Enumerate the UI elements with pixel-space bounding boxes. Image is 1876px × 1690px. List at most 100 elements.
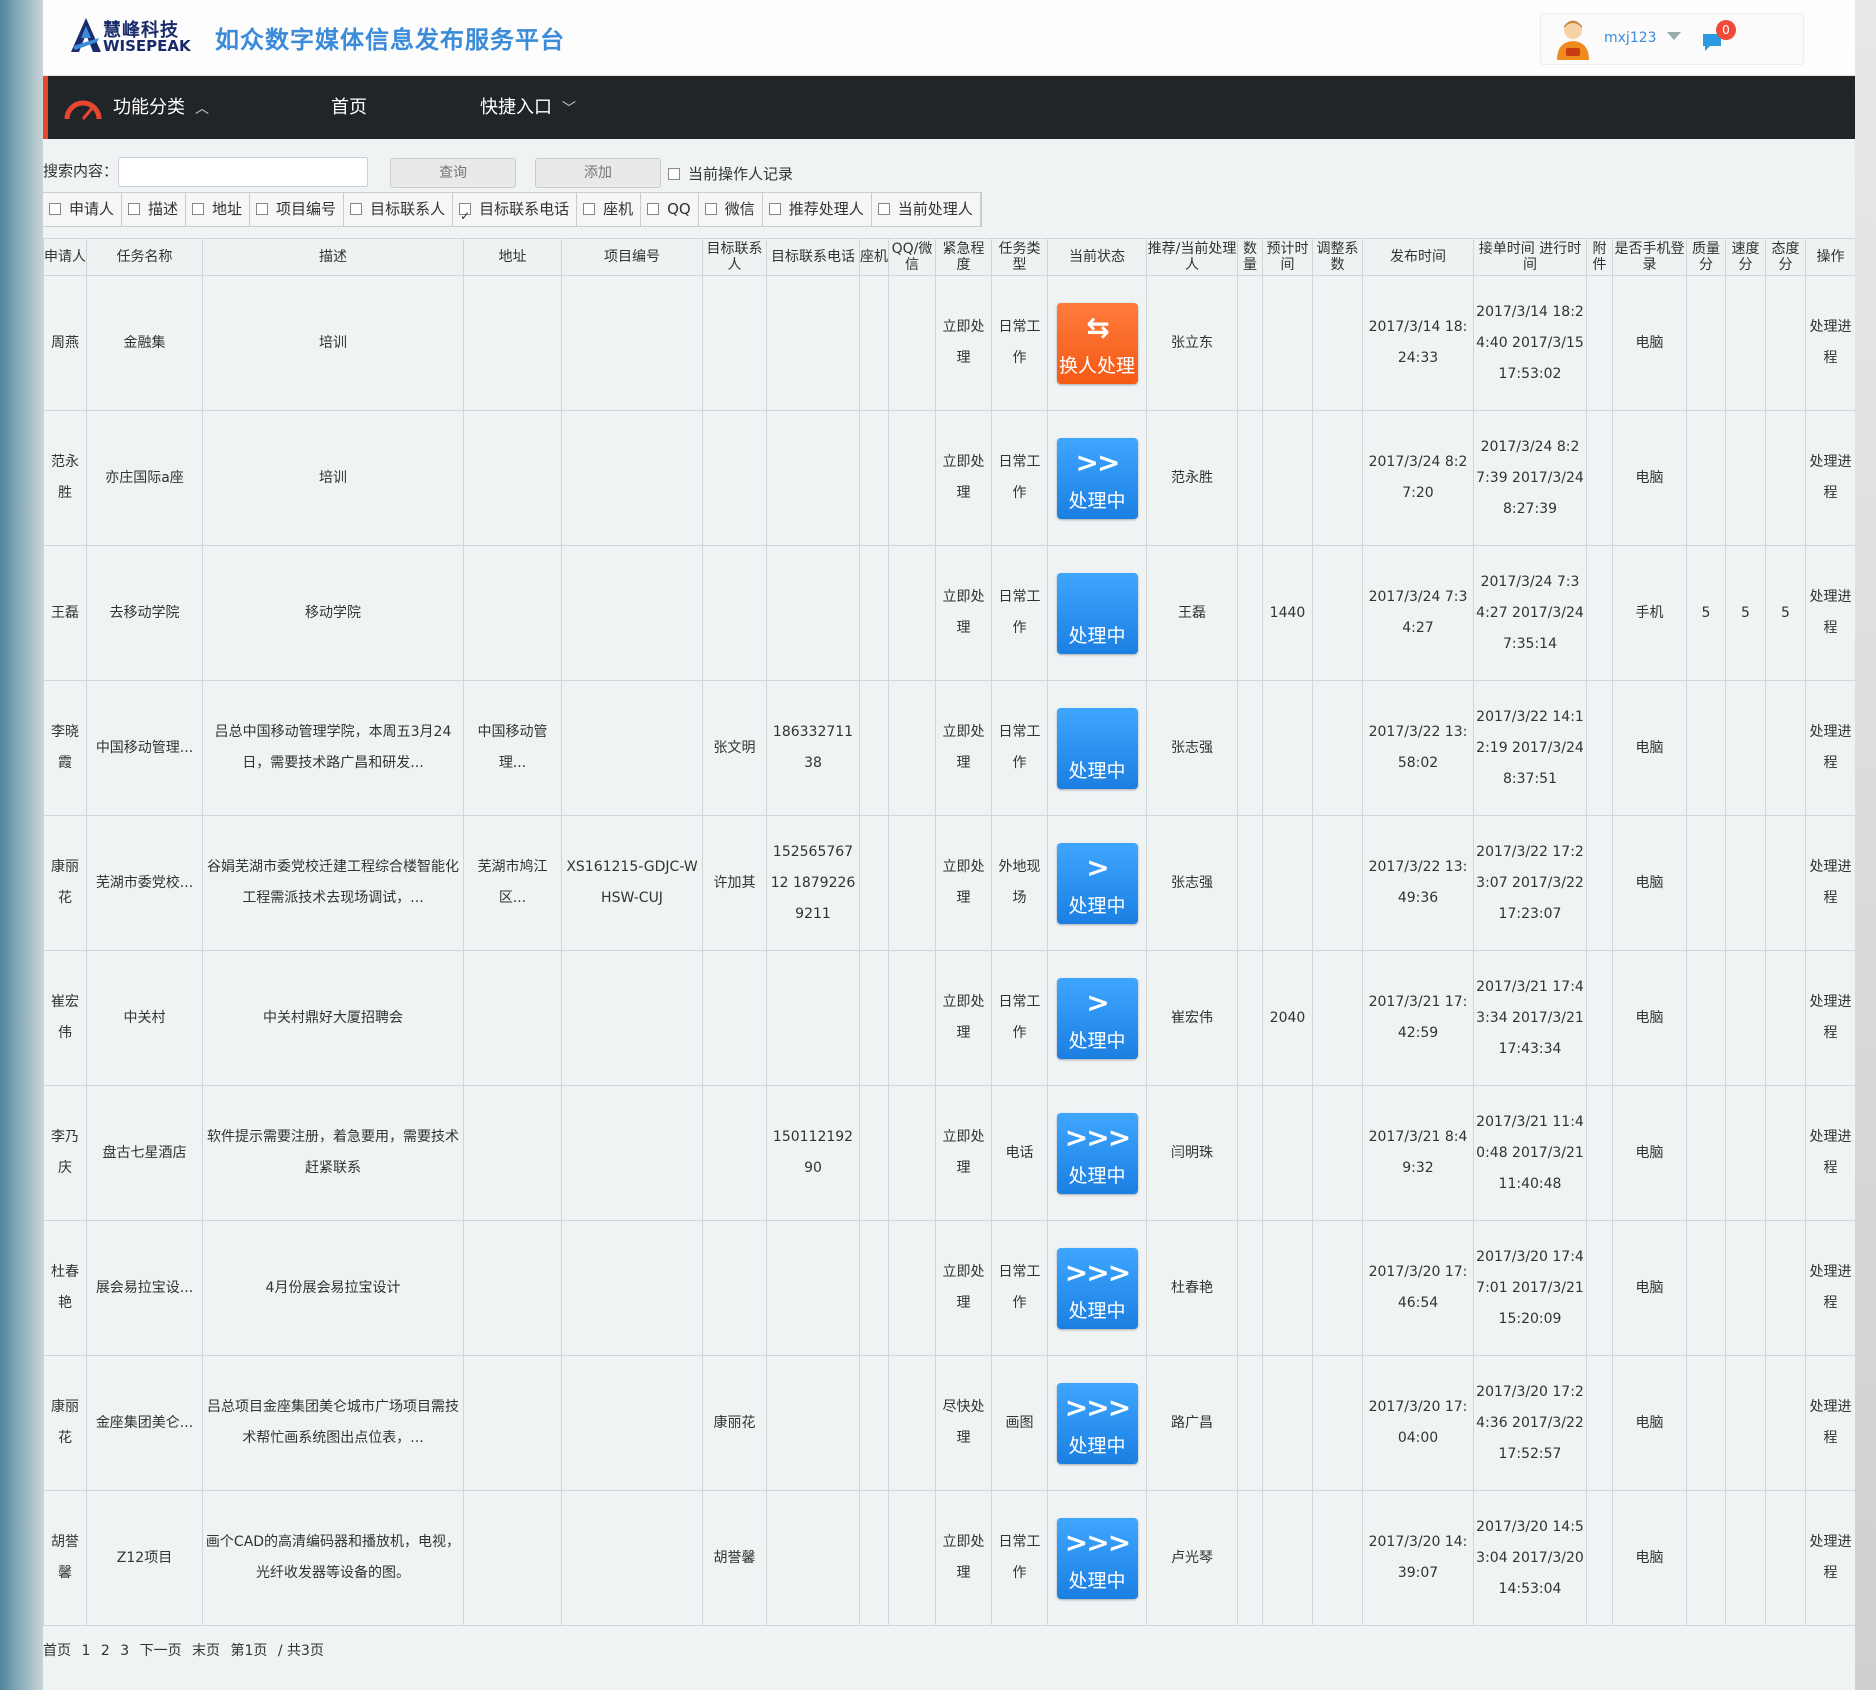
publish-time-cell: 2017/3/21 8:49:32 (1362, 1085, 1474, 1221)
user-avatar-icon[interactable] (1555, 18, 1591, 60)
operation-cell[interactable]: 处理进程 (1805, 545, 1855, 681)
operation-cell[interactable]: 处理进程 (1805, 275, 1855, 411)
table-row[interactable]: 崔宏伟 中关村 中关村鼎好大厦招聘会 立即处理 日常工作 > 处理中 崔宏伟 2040 2017/… (43, 950, 1855, 1086)
description-cell: 画个CAD的高清编码器和播放机，电视，光纤收发器等设备的图。 (202, 1490, 464, 1626)
status-label: 处理中 (1068, 1434, 1126, 1457)
chevron-up-icon: ︿ (195, 101, 209, 117)
status-button[interactable]: > 处理中 (1056, 977, 1138, 1059)
operation-cell[interactable]: 处理进程 (1805, 1085, 1855, 1221)
checkbox-box[interactable] (350, 203, 363, 215)
header: 慧峰科技 WISEPEAK 如众数字媒体信息发布服务平台 mxj123 0 (43, 0, 1855, 76)
operation-cell[interactable]: 处理进程 (1805, 815, 1855, 951)
status-button[interactable]: >>> 处理中 (1056, 1247, 1138, 1329)
filter-option[interactable]: QQ (641, 193, 699, 226)
filter-option[interactable]: 当前处理人 (872, 193, 981, 226)
chevron-down-icon[interactable] (1667, 32, 1681, 40)
current-operator-checkbox[interactable]: 当前操作人记录 (668, 163, 793, 184)
status-button[interactable]: ⇆ 换人处理 (1056, 302, 1138, 384)
operation-cell[interactable]: 处理进程 (1805, 680, 1855, 816)
publish-time-cell: 2017/3/14 18:24:33 (1362, 275, 1474, 411)
pager-page-1[interactable]: 1 (81, 1643, 90, 1659)
project-code-cell (561, 410, 703, 546)
pager-page-2[interactable]: 2 (101, 1643, 110, 1659)
pager-next[interactable]: 下一页 (140, 1643, 182, 1659)
task-type-cell: 电话 (991, 1085, 1048, 1221)
nav-category-menu[interactable]: 功能分类 ︿ (63, 76, 209, 139)
filter-option[interactable]: 地址 (186, 193, 251, 226)
logo[interactable]: 慧峰科技 WISEPEAK (69, 14, 191, 58)
applicant-cell: 康丽花 (43, 815, 87, 951)
table-row[interactable]: 康丽花 芜湖市委党校... 谷娟芜湖市委党校迁建工程综合楼智能化工程需派技术去现场调… (43, 815, 1855, 951)
status-label: 处理中 (1068, 1299, 1126, 1322)
operation-cell[interactable]: 处理进程 (1805, 950, 1855, 1086)
checkbox-box[interactable] (128, 203, 141, 215)
status-button[interactable]: >>> 处理中 (1056, 1382, 1138, 1464)
operation-cell[interactable]: 处理进程 (1805, 1490, 1855, 1626)
checkbox-box[interactable] (768, 203, 781, 215)
nav-home[interactable]: 首页 (331, 76, 367, 139)
filter-option[interactable]: 目标联系人 (344, 193, 454, 226)
status-button[interactable]: >>> 处理中 (1056, 1112, 1138, 1194)
status-label: 处理中 (1068, 1029, 1126, 1052)
operation-cell[interactable]: 处理进程 (1805, 1355, 1855, 1491)
filter-option[interactable]: 申请人 (43, 193, 123, 226)
table-row[interactable]: 杜春艳 展会易拉宝设... 4月份展会易拉宝设计 立即处理 日常工作 >>> 处理中 杜春艳 2… (43, 1220, 1855, 1356)
checkbox-box[interactable] (49, 203, 61, 215)
page: 慧峰科技 WISEPEAK 如众数字媒体信息发布服务平台 mxj123 0 功能… (43, 0, 1855, 1690)
status-button[interactable]: > 处理中 (1056, 842, 1138, 924)
filter-option[interactable]: 描述 (122, 193, 187, 226)
filter-label: 目标联系电话 (479, 200, 570, 218)
table-row[interactable]: 周燕 金融集 培训 立即处理 日常工作 ⇆ 换人处理 张立东 2017/3/14 18:24:3… (43, 275, 1855, 411)
checkbox-box[interactable] (647, 203, 660, 215)
table-row[interactable]: 康丽花 金座集团美仑... 吕总项目金座集团美仑城市广场项目需技术帮忙画系统图出点位… (43, 1355, 1855, 1491)
qq-cell (888, 410, 936, 546)
task-type-cell: 日常工作 (991, 410, 1048, 546)
checkbox-box[interactable] (704, 203, 717, 215)
status-button[interactable]: >> 处理中 (1056, 437, 1138, 519)
quality-score-cell (1686, 815, 1726, 951)
task-type-cell: 画图 (991, 1355, 1048, 1491)
checkbox-box[interactable] (256, 203, 269, 215)
estimated-time-cell (1262, 815, 1313, 951)
checkbox-box[interactable] (459, 200, 472, 233)
checkbox-box[interactable] (583, 203, 596, 215)
task-type-cell: 日常工作 (991, 680, 1048, 816)
speed-score-cell (1725, 950, 1766, 1086)
operation-cell[interactable]: 处理进程 (1805, 1220, 1855, 1356)
search-input[interactable] (118, 157, 368, 187)
nav-quick-menu[interactable]: 快捷入口 ﹀ (480, 76, 576, 139)
publish-time-cell: 2017/3/20 14:39:07 (1362, 1490, 1474, 1626)
filter-option[interactable]: 目标联系电话 (453, 193, 578, 233)
query-button[interactable]: 查询 (390, 158, 516, 188)
qq-cell (888, 815, 936, 951)
filter-option[interactable]: 座机 (577, 193, 642, 226)
estimated-time-cell: 1440 (1262, 545, 1313, 681)
checkbox-box[interactable] (192, 203, 205, 215)
filter-option[interactable]: 微信 (699, 193, 763, 226)
checkbox-box[interactable] (668, 168, 680, 180)
pager-last[interactable]: 末页 (192, 1643, 220, 1659)
task-name-cell: 中国移动管理... (86, 680, 203, 816)
quality-score-cell: 5 (1686, 545, 1726, 681)
table-row[interactable]: 李乃庆 盘古七星酒店 软件提示需要注册，着急要用，需要技术赶紧联系 150112192… (43, 1085, 1855, 1221)
table-row[interactable]: 胡誉馨 Z12项目 画个CAD的高清编码器和播放机，电视，光纤收发器等设备的图。 胡誉… (43, 1490, 1855, 1626)
pager-first[interactable]: 首页 (43, 1643, 71, 1659)
estimated-time-cell (1262, 1355, 1313, 1491)
status-button[interactable]: >>> 处理中 (1056, 1517, 1138, 1599)
checkbox-box[interactable] (877, 203, 890, 215)
add-button[interactable]: 添加 (535, 158, 661, 188)
username[interactable]: mxj123 (1604, 30, 1657, 46)
filter-option[interactable]: 项目编号 (250, 193, 345, 226)
table-row[interactable]: 王磊 去移动学院 移动学院 立即处理 日常工作 处理中 王磊 1440 2017/3/24 7:… (43, 545, 1855, 681)
task-type-cell: 日常工作 (991, 275, 1048, 411)
filter-option[interactable]: 推荐处理人 (763, 193, 872, 226)
operation-cell[interactable]: 处理进程 (1805, 410, 1855, 546)
applicant-cell: 周燕 (43, 275, 87, 411)
phone-cell: 18633271138 (766, 680, 860, 816)
table-row[interactable]: 范永胜 亦庄国际a座 培训 立即处理 日常工作 >> 处理中 范永胜 2017/3/24 8:2… (43, 410, 1855, 546)
table-row[interactable]: 李晓霞 中国移动管理... 吕总中国移动管理学院，本周五3月24日，需要技术路广昌和… (43, 680, 1855, 816)
column-header: 调整系数 (1312, 238, 1363, 276)
status-button[interactable]: 处理中 (1056, 572, 1138, 654)
pager-page-3[interactable]: 3 (120, 1643, 129, 1659)
status-button[interactable]: 处理中 (1056, 707, 1138, 789)
